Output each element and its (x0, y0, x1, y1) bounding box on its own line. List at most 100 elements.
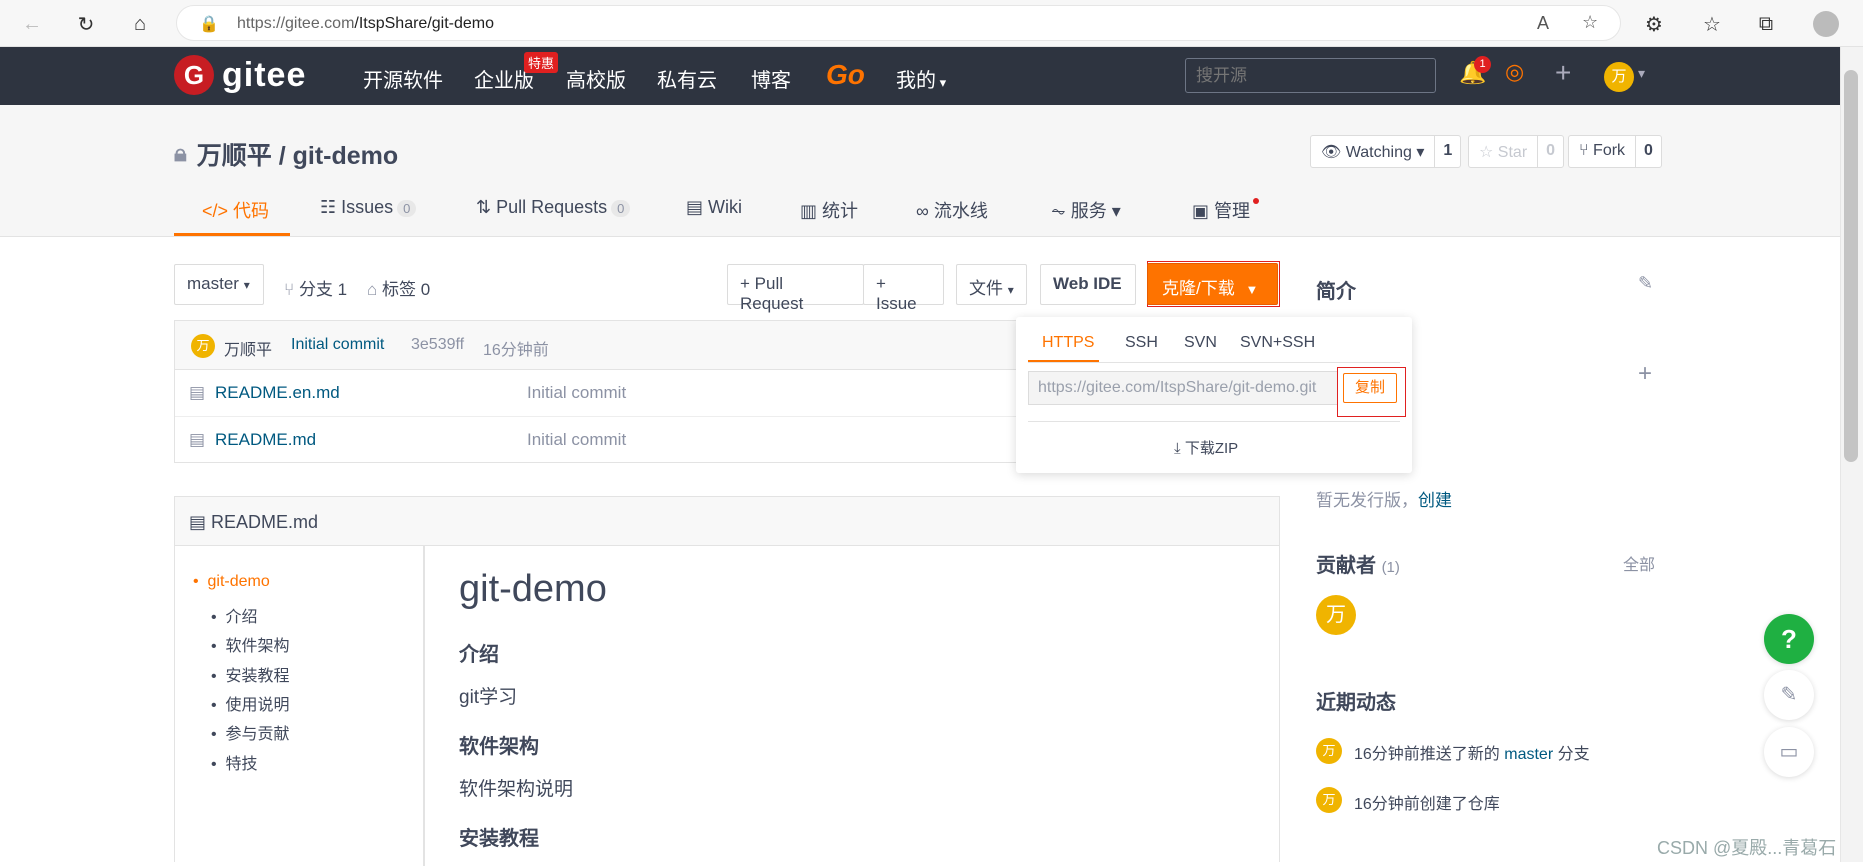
commit-message[interactable]: Initial commit (291, 336, 384, 354)
tab-https[interactable]: HTTPS (1042, 334, 1094, 352)
project-name[interactable]: 万顺平 / git-demo (197, 136, 398, 172)
web-ide-button[interactable]: Web IDE (1040, 264, 1136, 305)
copy-button[interactable]: 复制 (1343, 373, 1397, 403)
new-issue-button[interactable]: + Issue (863, 264, 944, 313)
chat-button[interactable]: ▭ (1764, 727, 1814, 777)
commit-author[interactable]: 万顺平 (224, 336, 272, 360)
tab-ssh[interactable]: SSH (1125, 334, 1158, 352)
fork-button[interactable]: ⑂ Fork (1569, 136, 1637, 167)
tab-service[interactable]: ⏦ 服务 ▾ (1051, 197, 1121, 223)
tab-pipeline[interactable]: ∞ 流水线 (916, 197, 988, 223)
add-release-icon[interactable]: + (1638, 360, 1652, 388)
readme-panel: ▤ README.md • git-demo • 介绍 • 软件架构 • 安装教… (174, 496, 1280, 866)
watch-button[interactable]: 👁 Watching ▾ (1311, 136, 1436, 167)
wiki-icon: ▤ (686, 197, 709, 217)
commit-time: 16分钟前 (483, 342, 549, 359)
nav-open-source[interactable]: 开源软件 (363, 64, 443, 93)
download-zip-link[interactable]: ⤓ 下载ZIP (1174, 437, 1238, 458)
commit-author-avatar[interactable]: 万 (191, 334, 215, 358)
clone-url-field[interactable]: https://gitee.com/ItspShare/git-demo.git (1028, 371, 1338, 405)
chevron-down-icon[interactable]: ▾ (1638, 65, 1645, 82)
tab-wiki-label: Wiki (708, 197, 743, 217)
collections-icon[interactable]: ⧉ (1752, 10, 1780, 38)
reload-icon[interactable]: ↻ (72, 10, 100, 38)
back-icon[interactable]: ← (18, 10, 46, 38)
search-input[interactable] (1185, 58, 1436, 93)
toc-item-label: 使用说明 (225, 697, 290, 714)
plus-icon[interactable]: + (1555, 57, 1571, 89)
tab-wiki[interactable]: ▤ Wiki (686, 197, 742, 218)
star-count[interactable]: 0 (1538, 136, 1563, 167)
tab-svn-ssh[interactable]: SVN+SSH (1240, 334, 1315, 352)
toc-item[interactable]: • 介绍 (211, 603, 258, 627)
activity-branch-link[interactable]: master (1504, 746, 1553, 763)
toc-item[interactable]: • 特技 (211, 750, 258, 774)
create-release-link[interactable]: 创建 (1418, 491, 1452, 510)
star-button-group: ☆ Star 0 (1468, 135, 1565, 168)
address-bar[interactable]: 🔒 https://gitee.com/ItspShare/git-demo A… (176, 5, 1621, 41)
extensions-icon[interactable]: ⚙ (1640, 10, 1668, 38)
fork-icon: ⑂ (1579, 142, 1594, 159)
lightbulb-icon[interactable]: ◎ (1505, 59, 1524, 85)
branch-select-label: master (187, 274, 239, 293)
tags-link[interactable]: ⌂ 标签 0 (367, 275, 430, 300)
chevron-down-icon: ▾ (936, 75, 947, 90)
tab-code[interactable]: </> 代码 (202, 197, 269, 223)
read-aloud-icon[interactable]: A (1537, 13, 1549, 34)
pr-count: 0 (611, 200, 631, 217)
toc-item[interactable]: • git-demo (193, 573, 270, 591)
contributor-avatar[interactable]: 万 (1316, 595, 1356, 635)
favorite-add-icon[interactable]: ☆ (1582, 12, 1598, 33)
fork-button-group: ⑂ Fork 0 (1568, 135, 1662, 168)
file-menu-button[interactable]: 文件 ▾ (956, 264, 1027, 305)
toc-item[interactable]: • 软件架构 (211, 632, 290, 656)
manage-alert-dot (1253, 198, 1259, 204)
scrollbar-thumb[interactable] (1844, 70, 1858, 462)
watch-count[interactable]: 1 (1435, 136, 1460, 167)
watch-button-group: 👁 Watching ▾ 1 (1310, 135, 1462, 168)
gitee-logo[interactable]: G gitee (174, 55, 306, 95)
tab-pull-requests[interactable]: ⇅ Pull Requests 0 (476, 197, 631, 218)
lock-icon: 🔒 (199, 16, 219, 33)
tab-svn[interactable]: SVN (1184, 334, 1217, 352)
toc-item[interactable]: • 使用说明 (211, 691, 290, 715)
issues-count: 0 (397, 200, 417, 217)
new-pull-request-button[interactable]: + Pull Request (727, 264, 864, 313)
help-button[interactable]: ? (1764, 614, 1814, 664)
all-contributors-link[interactable]: 全部 (1623, 551, 1655, 575)
toc-item-label: 特技 (225, 756, 258, 773)
fork-count[interactable]: 0 (1636, 136, 1661, 167)
nav-blog[interactable]: 博客 (751, 64, 791, 93)
tab-issues[interactable]: ☷ Issues 0 (320, 197, 417, 218)
toc-item[interactable]: • 参与贡献 (211, 720, 290, 744)
feedback-edit-button[interactable]: ✎ (1764, 670, 1814, 720)
activity-avatar[interactable]: 万 (1316, 738, 1342, 764)
tab-stats[interactable]: ▥ 统计 (800, 197, 858, 223)
tab-manage[interactable]: ▣ 管理 (1192, 197, 1250, 223)
file-commit-message[interactable]: Initial commit (527, 430, 626, 450)
profile-icon[interactable] (1812, 10, 1840, 38)
activity-avatar[interactable]: 万 (1316, 787, 1342, 813)
star-button[interactable]: ☆ Star (1469, 136, 1539, 167)
tab-pipeline-label: 流水线 (933, 201, 988, 221)
branch-select[interactable]: master ▾ (174, 264, 264, 305)
readme-filename[interactable]: README.md (211, 512, 318, 532)
file-name[interactable]: README.md (215, 430, 316, 450)
favorites-icon[interactable]: ☆ (1698, 10, 1726, 38)
toc-item[interactable]: • 安装教程 (211, 662, 290, 686)
nav-mine[interactable]: 我的 ▾ (896, 64, 946, 93)
file-name[interactable]: README.en.md (215, 383, 340, 403)
commit-hash[interactable]: 3e539ff (411, 336, 464, 354)
home-icon[interactable]: ⌂ (126, 10, 154, 38)
edit-icon[interactable]: ✎ (1638, 273, 1653, 294)
file-commit-message[interactable]: Initial commit (527, 383, 626, 403)
active-tab-indicator (174, 233, 290, 236)
nav-private-cloud[interactable]: 私有云 (657, 64, 717, 93)
toc-item-label: 介绍 (225, 609, 258, 626)
nav-go[interactable]: Go (826, 59, 865, 91)
nav-education[interactable]: 高校版 (566, 64, 626, 93)
branches-link[interactable]: ⑂ 分支 1 (284, 275, 347, 300)
toc-item-label: git-demo (207, 573, 270, 590)
clone-download-button[interactable]: 克隆/下载 ▼ (1147, 263, 1278, 305)
user-avatar[interactable]: 万 (1604, 62, 1634, 92)
